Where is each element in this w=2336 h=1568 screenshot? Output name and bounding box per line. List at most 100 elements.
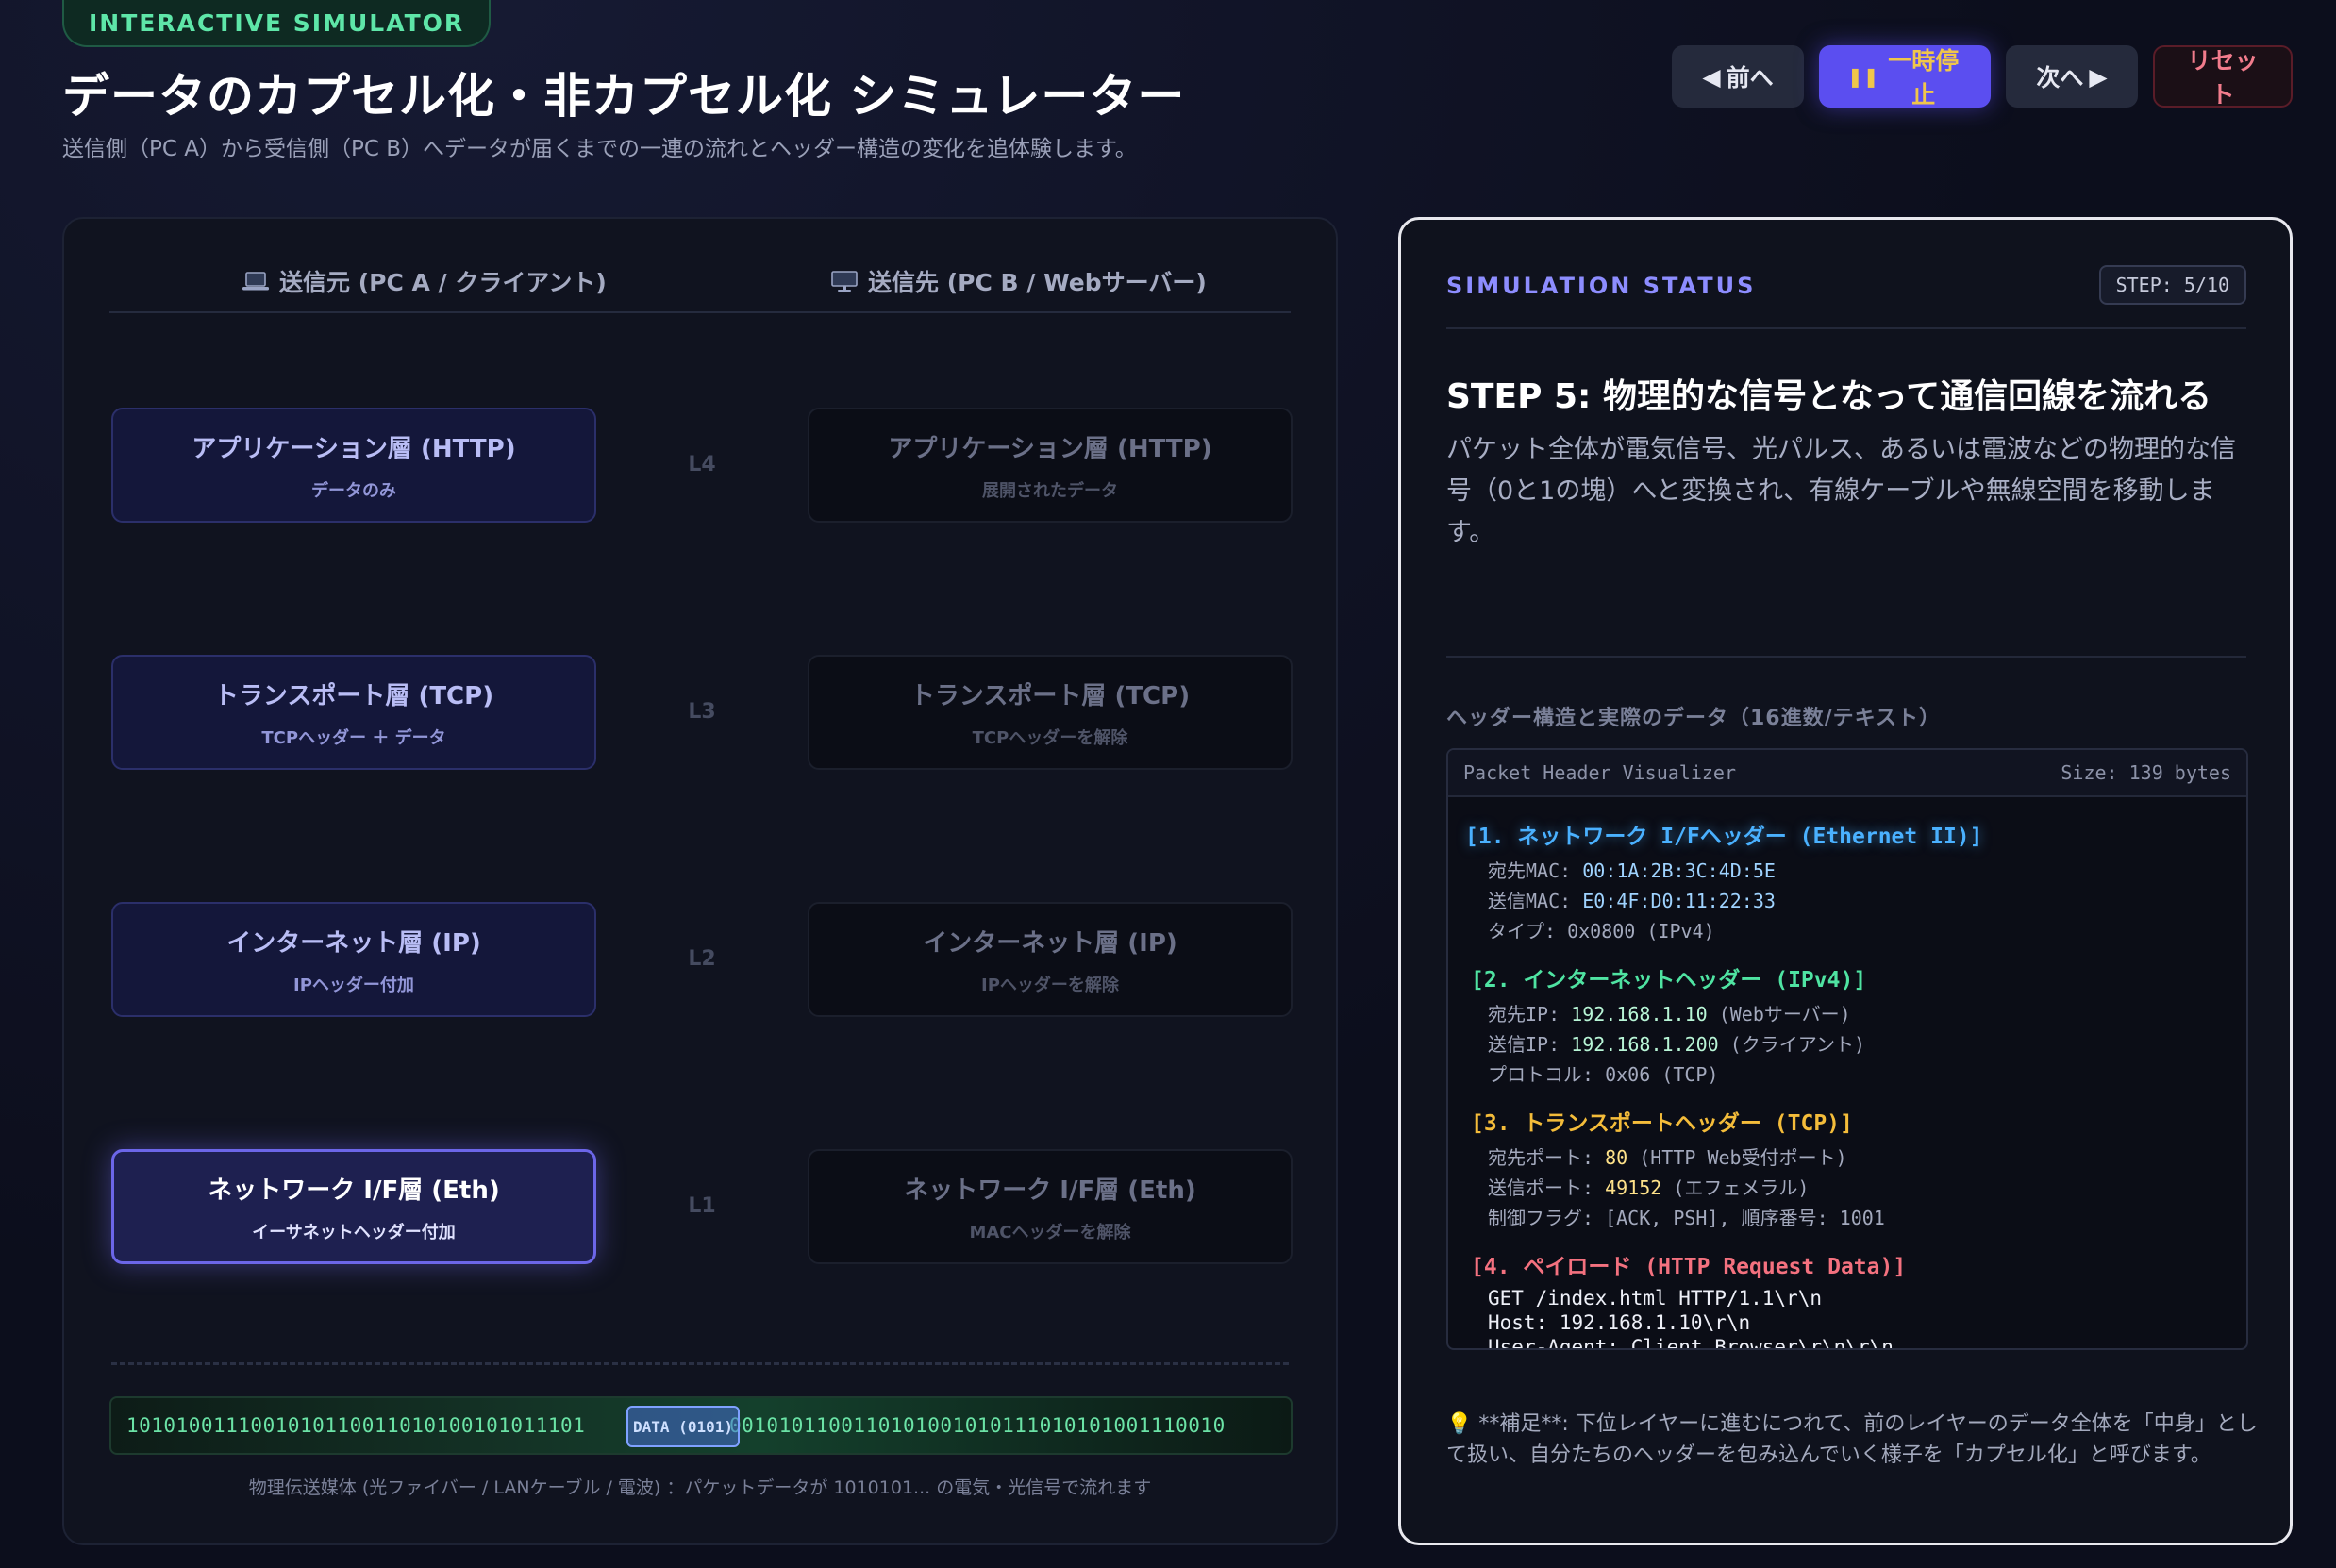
medium-caption: 物理伝送媒体 (光ファイバー / LANケーブル / 電波) ：パケットデータが… <box>248 1477 1152 1498</box>
layer-name: トランスポート層 (TCP) <box>909 681 1191 710</box>
header-field: 制御フラグ: [ACK, PSH], 順序番号: 1001 <box>1488 1207 1885 1229</box>
playback-controls: ◀ 前へ ❚❚ 一時停止 次へ ▶ リセット <box>1672 45 2293 108</box>
layer-name: アプリケーション層 (HTTP) <box>888 434 1212 463</box>
prev-button[interactable]: ◀ 前へ <box>1672 45 1804 108</box>
column-divider <box>109 311 1291 313</box>
layer-name: インターネット層 (IP) <box>226 928 481 958</box>
payload-section: [4. ペイロード (HTTP Request Data)] GET /inde… <box>1465 1248 2229 1350</box>
pause-button-label: 一時停止 <box>1888 47 1960 108</box>
status-label: SIMULATION STATUS <box>1446 273 1757 299</box>
layer-name: ネットワーク I/F層 (Eth) <box>904 1176 1196 1205</box>
field-value: 192.168.1.10 <box>1571 1003 1708 1026</box>
layer-name: ネットワーク I/F層 (Eth) <box>208 1176 500 1205</box>
moving-packet: DATA (0101) <box>626 1406 740 1447</box>
field-label: プロトコル: <box>1488 1063 1606 1086</box>
packet-header-visualizer: Packet Header Visualizer Size: 139 bytes… <box>1446 748 2248 1350</box>
visualizer-title: Packet Header Visualizer <box>1463 761 1736 784</box>
dst-layer-internet[interactable]: インターネット層 (IP) IPヘッダーを解除 <box>808 902 1293 1017</box>
src-layer-application[interactable]: アプリケーション層 (HTTP) データのみ <box>111 408 596 523</box>
src-layer-network-interface[interactable]: ネットワーク I/F層 (Eth) イーサネットヘッダー付加 <box>111 1149 596 1264</box>
payload-line: Host: 192.168.1.10\r\n <box>1488 1311 1751 1334</box>
triangle-left-icon: ◀ <box>1702 62 1721 91</box>
field-label: 宛先IP: <box>1488 1003 1572 1026</box>
ethernet-header-section: [1. ネットワーク I/Fヘッダー (Ethernet II)] 宛先MAC:… <box>1465 818 2229 946</box>
field-label: 送信ポート: <box>1488 1176 1606 1199</box>
visualizer-header: Packet Header Visualizer Size: 139 bytes <box>1448 750 2246 797</box>
field-value: 80 <box>1605 1146 1628 1169</box>
layer-desc: データのみ <box>311 480 396 501</box>
layer-level-l3: L3 <box>688 700 716 724</box>
field-note: (Webサーバー) <box>1707 1003 1851 1026</box>
layer-level-l4: L4 <box>688 453 716 476</box>
header-field: タイプ: 0x0800 (IPv4) <box>1465 916 2229 946</box>
supplement-note: 💡 **補足**: 下位レイヤーに進むにつれて、前のレイヤーのデータ全体を「中身… <box>1446 1412 2258 1467</box>
ip-header-section: [2. インターネットヘッダー (IPv4)] 宛先IP: 192.168.1.… <box>1465 961 2229 1090</box>
pause-button[interactable]: ❚❚ 一時停止 <box>1819 45 1991 108</box>
field-label: 送信MAC: <box>1488 890 1583 912</box>
step-description: パケット全体が電気信号、光パルス、あるいは電波などの物理的な信号（0と1の塊）へ… <box>1446 435 2236 547</box>
simulator-badge: INTERACTIVE SIMULATOR <box>62 0 492 47</box>
step-badge: STEP: 5/10 <box>2098 265 2246 305</box>
prev-button-label: 前へ <box>1726 64 1774 92</box>
header-structure-label: ヘッダー構造と実際のデータ（16進数/テキスト） <box>1446 707 1941 730</box>
next-button[interactable]: 次へ ▶ <box>2006 45 2138 108</box>
page-subtitle: 送信側（PC A）から受信側（PC B）へデータが届くまでの一連の流れとヘッダー… <box>62 137 1137 161</box>
pause-icon: ❚❚ <box>1847 65 1879 88</box>
triangle-right-icon: ▶ <box>2089 62 2108 91</box>
layer-desc: イーサネットヘッダー付加 <box>252 1222 456 1243</box>
layer-level-l2: L2 <box>688 947 716 971</box>
layer-desc: 展開されたデータ <box>982 480 1118 501</box>
header-field: 送信IP: 192.168.1.200 (クライアント) <box>1465 1029 2229 1059</box>
field-note: (HTTP Web受付ポート) <box>1627 1146 1847 1169</box>
dst-layer-application[interactable]: アプリケーション層 (HTTP) 展開されたデータ <box>808 408 1293 523</box>
layer-desc: MACヘッダーを解除 <box>969 1222 1131 1243</box>
header-field: 送信ポート: 49152 (エフェメラル) <box>1465 1173 2229 1203</box>
header-field: 宛先ポート: 80 (HTTP Web受付ポート) <box>1465 1143 2229 1173</box>
laptop-icon <box>242 270 270 292</box>
reset-button[interactable]: リセット <box>2153 45 2293 108</box>
packet-size: Size: 139 bytes <box>2061 761 2231 784</box>
bitstream-left: 1010100111001010110011010100101011101 <box>126 1414 586 1437</box>
src-layer-internet[interactable]: インターネット層 (IP) IPヘッダー付加 <box>111 902 596 1017</box>
field-value: E0:4F:D0:11:22:33 <box>1582 890 1776 912</box>
header-field: 送信MAC: E0:4F:D0:11:22:33 <box>1465 886 2229 916</box>
header-field: 宛先MAC: 00:1A:2B:3C:4D:5E <box>1465 856 2229 886</box>
layer-name: アプリケーション層 (HTTP) <box>192 434 516 463</box>
field-value: 0x06 (TCP) <box>1605 1063 1719 1086</box>
payload-line: GET /index.html HTTP/1.1\r\n <box>1488 1287 1823 1309</box>
desktop-icon <box>830 270 859 292</box>
next-button-label: 次へ <box>2036 64 2084 92</box>
field-label: タイプ: <box>1488 920 1568 942</box>
section-title: [2. インターネットヘッダー (IPv4)] <box>1471 968 1867 993</box>
physical-medium-strip: 1010100111001010110011010100101011101 00… <box>109 1396 1293 1455</box>
tcp-header-section: [3. トランスポートヘッダー (TCP)] 宛先ポート: 80 (HTTP W… <box>1465 1105 2229 1233</box>
source-heading-text: 送信元 (PC A / クライアント) <box>279 269 607 296</box>
bitstream-right: 0010101100110101001010111010101001110010 <box>729 1414 1226 1437</box>
header-field: 宛先IP: 192.168.1.10 (Webサーバー) <box>1465 999 2229 1029</box>
src-layer-transport[interactable]: トランスポート層 (TCP) TCPヘッダー ＋ データ <box>111 655 596 770</box>
field-label: 宛先ポート: <box>1488 1146 1606 1169</box>
section-title: [4. ペイロード (HTTP Request Data)] <box>1471 1255 1907 1279</box>
status-divider <box>1446 327 2246 329</box>
header-field: プロトコル: 0x06 (TCP) <box>1465 1059 2229 1090</box>
layer-desc: IPヘッダー付加 <box>293 975 414 995</box>
dst-layer-network-interface[interactable]: ネットワーク I/F層 (Eth) MACヘッダーを解除 <box>808 1149 1293 1264</box>
status-panel: SIMULATION STATUS STEP: 5/10 STEP 5: 物理的… <box>1398 217 2293 1545</box>
field-value: 00:1A:2B:3C:4D:5E <box>1582 859 1776 882</box>
destination-heading-text: 送信先 (PC B / Webサーバー) <box>868 269 1207 296</box>
field-label: 送信IP: <box>1488 1033 1572 1056</box>
payload-line: User-Agent: Client Browser\r\n\r\n <box>1488 1336 1894 1350</box>
medium-divider <box>111 1362 1289 1365</box>
status-divider <box>1446 656 2246 658</box>
dst-layer-transport[interactable]: トランスポート層 (TCP) TCPヘッダーを解除 <box>808 655 1293 770</box>
visualizer-body: [1. ネットワーク I/Fヘッダー (Ethernet II)] 宛先MAC:… <box>1448 797 2246 1350</box>
layer-level-l1: L1 <box>688 1194 716 1218</box>
field-value: 192.168.1.200 <box>1571 1033 1719 1056</box>
layer-name: トランスポート層 (TCP) <box>213 681 494 710</box>
page-title: データのカプセル化・非カプセル化 シミュレーター <box>62 69 1186 124</box>
layer-desc: TCPヘッダーを解除 <box>972 727 1128 748</box>
field-value: 49152 <box>1605 1176 1662 1199</box>
layer-desc: TCPヘッダー ＋ データ <box>261 727 446 748</box>
field-note: (クライアント) <box>1718 1033 1866 1056</box>
layer-name: インターネット層 (IP) <box>923 928 1177 958</box>
